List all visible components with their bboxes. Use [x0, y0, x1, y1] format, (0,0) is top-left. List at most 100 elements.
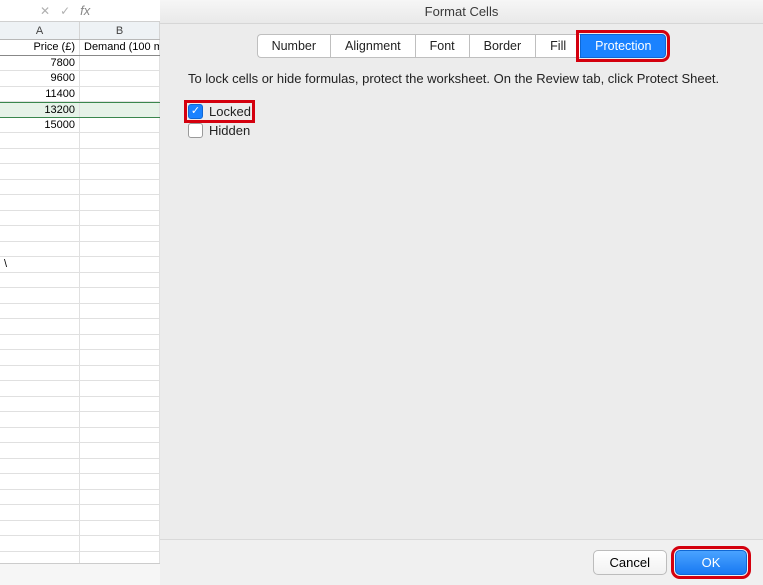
table-row[interactable] [0, 397, 160, 413]
cell[interactable] [80, 366, 160, 381]
table-row[interactable]: 15000 [0, 118, 160, 134]
cell[interactable] [80, 288, 160, 303]
cell[interactable] [80, 71, 160, 86]
cell[interactable]: 11400 [0, 87, 80, 102]
cell[interactable] [80, 87, 160, 102]
cell[interactable]: Price (£) [0, 40, 80, 55]
cell[interactable]: Demand (100 ml) [80, 40, 160, 55]
table-row[interactable] [0, 412, 160, 428]
cell[interactable] [80, 226, 160, 241]
table-row[interactable]: 7800 [0, 56, 160, 72]
cell[interactable] [80, 273, 160, 288]
cell[interactable] [80, 443, 160, 458]
cell[interactable] [80, 381, 160, 396]
cell[interactable] [80, 521, 160, 536]
cell[interactable] [0, 536, 80, 551]
cell[interactable] [80, 350, 160, 365]
cell[interactable] [80, 490, 160, 505]
table-row[interactable] [0, 211, 160, 227]
table-row[interactable] [0, 319, 160, 335]
column-header-a[interactable]: A [0, 22, 80, 39]
cell[interactable] [0, 490, 80, 505]
cell[interactable] [0, 242, 80, 257]
table-row[interactable] [0, 366, 160, 382]
cell[interactable] [0, 521, 80, 536]
cell[interactable] [0, 412, 80, 427]
cell[interactable]: \ [0, 257, 80, 272]
table-row[interactable] [0, 459, 160, 475]
cell[interactable] [80, 536, 160, 551]
cell[interactable] [80, 505, 160, 520]
cell[interactable] [80, 103, 160, 117]
cell[interactable] [0, 149, 80, 164]
cell[interactable] [80, 56, 160, 71]
cell[interactable] [80, 335, 160, 350]
table-row[interactable] [0, 443, 160, 459]
table-row[interactable] [0, 242, 160, 258]
table-row[interactable]: \ [0, 257, 160, 273]
cell[interactable] [0, 133, 80, 148]
tab-number[interactable]: Number [257, 34, 330, 58]
cell[interactable] [80, 474, 160, 489]
table-row[interactable] [0, 195, 160, 211]
cell[interactable] [0, 226, 80, 241]
cell[interactable]: 7800 [0, 56, 80, 71]
locked-option[interactable]: ✓ Locked [188, 104, 251, 119]
cell[interactable] [0, 319, 80, 334]
table-row[interactable]: 11400 [0, 87, 160, 103]
cell[interactable] [80, 397, 160, 412]
cell[interactable] [80, 164, 160, 179]
cell[interactable] [0, 443, 80, 458]
table-row[interactable] [0, 335, 160, 351]
sheet-tab-area[interactable] [0, 563, 160, 585]
tab-protection[interactable]: Protection [580, 34, 666, 58]
cell[interactable] [80, 242, 160, 257]
cell[interactable] [80, 118, 160, 133]
cell[interactable] [0, 195, 80, 210]
cell[interactable] [0, 180, 80, 195]
cell[interactable] [80, 319, 160, 334]
table-row[interactable] [0, 164, 160, 180]
cell[interactable] [0, 397, 80, 412]
cell[interactable] [80, 149, 160, 164]
cell[interactable] [80, 412, 160, 427]
hidden-option[interactable]: Hidden [188, 123, 250, 138]
cell[interactable] [80, 428, 160, 443]
cell[interactable]: 13200 [0, 103, 80, 117]
table-row[interactable] [0, 536, 160, 552]
table-row[interactable] [0, 505, 160, 521]
cell[interactable] [0, 304, 80, 319]
table-row[interactable] [0, 273, 160, 289]
cell[interactable] [80, 133, 160, 148]
table-row[interactable] [0, 304, 160, 320]
ok-button[interactable]: OK [675, 550, 747, 575]
table-row[interactable] [0, 428, 160, 444]
cell[interactable] [80, 180, 160, 195]
cell[interactable] [0, 428, 80, 443]
table-row[interactable] [0, 288, 160, 304]
cell[interactable] [0, 350, 80, 365]
cancel-button[interactable]: Cancel [593, 550, 667, 575]
table-row[interactable] [0, 490, 160, 506]
column-header-b[interactable]: B [80, 22, 160, 39]
cell[interactable] [0, 366, 80, 381]
tab-fill[interactable]: Fill [535, 34, 580, 58]
table-row[interactable] [0, 521, 160, 537]
table-row[interactable]: 9600 [0, 71, 160, 87]
cell[interactable] [80, 304, 160, 319]
cell[interactable] [80, 195, 160, 210]
table-row[interactable] [0, 149, 160, 165]
cell[interactable] [80, 211, 160, 226]
cell[interactable] [0, 288, 80, 303]
table-row[interactable] [0, 474, 160, 490]
cell[interactable] [0, 164, 80, 179]
table-row-selected[interactable]: 13200 [0, 102, 160, 118]
table-row[interactable] [0, 133, 160, 149]
tab-font[interactable]: Font [415, 34, 469, 58]
tab-alignment[interactable]: Alignment [330, 34, 415, 58]
table-row[interactable] [0, 381, 160, 397]
table-header-row[interactable]: Price (£) Demand (100 ml) [0, 40, 160, 56]
table-row[interactable] [0, 350, 160, 366]
locked-checkbox[interactable]: ✓ [188, 104, 203, 119]
cell[interactable] [0, 335, 80, 350]
